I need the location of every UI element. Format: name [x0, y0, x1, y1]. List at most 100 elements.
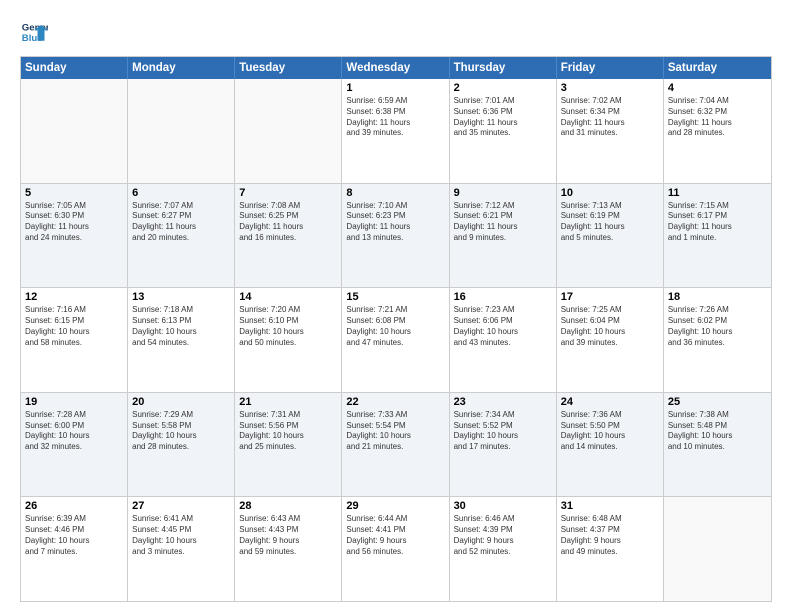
day-cell: 30 Sunrise: 6:46 AM Sunset: 4:39 PM Dayli… — [450, 497, 557, 601]
weekday-header: Saturday — [664, 57, 771, 79]
day-info: Sunrise: 7:25 AM Sunset: 6:04 PM Dayligh… — [561, 305, 659, 348]
day-info: Sunrise: 7:21 AM Sunset: 6:08 PM Dayligh… — [346, 305, 444, 348]
calendar: SundayMondayTuesdayWednesdayThursdayFrid… — [20, 56, 772, 602]
day-info: Sunrise: 7:20 AM Sunset: 6:10 PM Dayligh… — [239, 305, 337, 348]
weekday-header: Thursday — [450, 57, 557, 79]
day-number: 5 — [25, 187, 123, 199]
day-cell: 21 Sunrise: 7:31 AM Sunset: 5:56 PM Dayli… — [235, 393, 342, 497]
day-info: Sunrise: 7:10 AM Sunset: 6:23 PM Dayligh… — [346, 201, 444, 244]
weekday-header: Friday — [557, 57, 664, 79]
day-info: Sunrise: 7:08 AM Sunset: 6:25 PM Dayligh… — [239, 201, 337, 244]
day-number: 30 — [454, 500, 552, 512]
calendar-row: 12 Sunrise: 7:16 AM Sunset: 6:15 PM Dayli… — [21, 287, 771, 392]
day-cell: 10 Sunrise: 7:13 AM Sunset: 6:19 PM Dayli… — [557, 184, 664, 288]
day-number: 26 — [25, 500, 123, 512]
day-cell: 3 Sunrise: 7:02 AM Sunset: 6:34 PM Daylig… — [557, 79, 664, 183]
day-number: 19 — [25, 396, 123, 408]
day-info: Sunrise: 7:15 AM Sunset: 6:17 PM Dayligh… — [668, 201, 767, 244]
day-info: Sunrise: 6:41 AM Sunset: 4:45 PM Dayligh… — [132, 514, 230, 557]
day-info: Sunrise: 6:39 AM Sunset: 4:46 PM Dayligh… — [25, 514, 123, 557]
day-info: Sunrise: 6:59 AM Sunset: 6:38 PM Dayligh… — [346, 96, 444, 139]
day-number: 29 — [346, 500, 444, 512]
day-info: Sunrise: 7:36 AM Sunset: 5:50 PM Dayligh… — [561, 410, 659, 453]
day-number: 15 — [346, 291, 444, 303]
day-number: 10 — [561, 187, 659, 199]
page: General Blue SundayMondayTuesdayWednesda… — [0, 0, 792, 612]
day-number: 8 — [346, 187, 444, 199]
header: General Blue — [20, 18, 772, 46]
day-cell: 16Sunrise: 7:23 AM Sunset: 6:06 PM Dayli… — [450, 288, 557, 392]
day-cell: 5 Sunrise: 7:05 AM Sunset: 6:30 PM Daylig… — [21, 184, 128, 288]
day-info: Sunrise: 7:12 AM Sunset: 6:21 PM Dayligh… — [454, 201, 552, 244]
day-cell: 1 Sunrise: 6:59 AM Sunset: 6:38 PM Daylig… — [342, 79, 449, 183]
day-cell: 17 Sunrise: 7:25 AM Sunset: 6:04 PM Dayli… — [557, 288, 664, 392]
day-info: Sunrise: 7:16 AM Sunset: 6:15 PM Dayligh… — [25, 305, 123, 348]
day-number: 3 — [561, 82, 659, 94]
day-info: Sunrise: 7:26 AM Sunset: 6:02 PM Dayligh… — [668, 305, 767, 348]
empty-cell — [664, 497, 771, 601]
day-info: Sunrise: 7:07 AM Sunset: 6:27 PM Dayligh… — [132, 201, 230, 244]
day-cell: 12 Sunrise: 7:16 AM Sunset: 6:15 PM Dayli… — [21, 288, 128, 392]
day-number: 22 — [346, 396, 444, 408]
day-cell: 19 Sunrise: 7:28 AM Sunset: 6:00 PM Dayli… — [21, 393, 128, 497]
day-info: Sunrise: 7:31 AM Sunset: 5:56 PM Dayligh… — [239, 410, 337, 453]
day-info: Sunrise: 7:01 AM Sunset: 6:36 PM Dayligh… — [454, 96, 552, 139]
calendar-body: 1 Sunrise: 6:59 AM Sunset: 6:38 PM Daylig… — [21, 79, 771, 601]
day-number: 17 — [561, 291, 659, 303]
day-cell: 8 Sunrise: 7:10 AM Sunset: 6:23 PM Daylig… — [342, 184, 449, 288]
calendar-row: 5 Sunrise: 7:05 AM Sunset: 6:30 PM Daylig… — [21, 183, 771, 288]
day-cell: 14 Sunrise: 7:20 AM Sunset: 6:10 PM Dayli… — [235, 288, 342, 392]
day-info: Sunrise: 7:38 AM Sunset: 5:48 PM Dayligh… — [668, 410, 767, 453]
day-cell: 24 Sunrise: 7:36 AM Sunset: 5:50 PM Dayli… — [557, 393, 664, 497]
day-number: 12 — [25, 291, 123, 303]
day-info: Sunrise: 7:02 AM Sunset: 6:34 PM Dayligh… — [561, 96, 659, 139]
day-info: Sunrise: 7:23 AM Sunset: 6:06 PM Dayligh… — [454, 305, 552, 348]
day-info: Sunrise: 7:28 AM Sunset: 6:00 PM Dayligh… — [25, 410, 123, 453]
day-number: 13 — [132, 291, 230, 303]
day-cell: 2Sunrise: 7:01 AM Sunset: 6:36 PM Daylig… — [450, 79, 557, 183]
day-number: 1 — [346, 82, 444, 94]
day-cell: 7 Sunrise: 7:08 AM Sunset: 6:25 PM Daylig… — [235, 184, 342, 288]
day-number: 4 — [668, 82, 767, 94]
day-number: 25 — [668, 396, 767, 408]
day-number: 31 — [561, 500, 659, 512]
day-info: Sunrise: 7:34 AM Sunset: 5:52 PM Dayligh… — [454, 410, 552, 453]
day-info: Sunrise: 6:48 AM Sunset: 4:37 PM Dayligh… — [561, 514, 659, 557]
empty-cell — [128, 79, 235, 183]
day-number: 24 — [561, 396, 659, 408]
day-cell: 11 Sunrise: 7:15 AM Sunset: 6:17 PM Dayli… — [664, 184, 771, 288]
day-number: 28 — [239, 500, 337, 512]
empty-cell — [21, 79, 128, 183]
day-info: Sunrise: 7:13 AM Sunset: 6:19 PM Dayligh… — [561, 201, 659, 244]
day-info: Sunrise: 7:29 AM Sunset: 5:58 PM Dayligh… — [132, 410, 230, 453]
day-number: 11 — [668, 187, 767, 199]
day-cell: 29Sunrise: 6:44 AM Sunset: 4:41 PM Dayli… — [342, 497, 449, 601]
day-number: 20 — [132, 396, 230, 408]
day-number: 14 — [239, 291, 337, 303]
day-cell: 25 Sunrise: 7:38 AM Sunset: 5:48 PM Dayli… — [664, 393, 771, 497]
weekday-header: Sunday — [21, 57, 128, 79]
day-cell: 26 Sunrise: 6:39 AM Sunset: 4:46 PM Dayli… — [21, 497, 128, 601]
calendar-row: 1 Sunrise: 6:59 AM Sunset: 6:38 PM Daylig… — [21, 79, 771, 183]
day-cell: 9 Sunrise: 7:12 AM Sunset: 6:21 PM Daylig… — [450, 184, 557, 288]
empty-cell — [235, 79, 342, 183]
day-number: 7 — [239, 187, 337, 199]
logo-icon: General Blue — [20, 18, 48, 46]
day-number: 21 — [239, 396, 337, 408]
day-cell: 4 Sunrise: 7:04 AM Sunset: 6:32 PM Daylig… — [664, 79, 771, 183]
day-number: 9 — [454, 187, 552, 199]
day-cell: 28Sunrise: 6:43 AM Sunset: 4:43 PM Dayli… — [235, 497, 342, 601]
day-info: Sunrise: 7:04 AM Sunset: 6:32 PM Dayligh… — [668, 96, 767, 139]
day-info: Sunrise: 7:05 AM Sunset: 6:30 PM Dayligh… — [25, 201, 123, 244]
calendar-row: 26 Sunrise: 6:39 AM Sunset: 4:46 PM Dayli… — [21, 496, 771, 601]
day-cell: 15 Sunrise: 7:21 AM Sunset: 6:08 PM Dayli… — [342, 288, 449, 392]
weekday-header: Tuesday — [235, 57, 342, 79]
day-number: 23 — [454, 396, 552, 408]
calendar-header: SundayMondayTuesdayWednesdayThursdayFrid… — [21, 57, 771, 79]
day-info: Sunrise: 6:46 AM Sunset: 4:39 PM Dayligh… — [454, 514, 552, 557]
day-number: 6 — [132, 187, 230, 199]
weekday-header: Monday — [128, 57, 235, 79]
day-cell: 20 Sunrise: 7:29 AM Sunset: 5:58 PM Dayli… — [128, 393, 235, 497]
day-cell: 22Sunrise: 7:33 AM Sunset: 5:54 PM Dayli… — [342, 393, 449, 497]
day-cell: 31 Sunrise: 6:48 AM Sunset: 4:37 PM Dayli… — [557, 497, 664, 601]
